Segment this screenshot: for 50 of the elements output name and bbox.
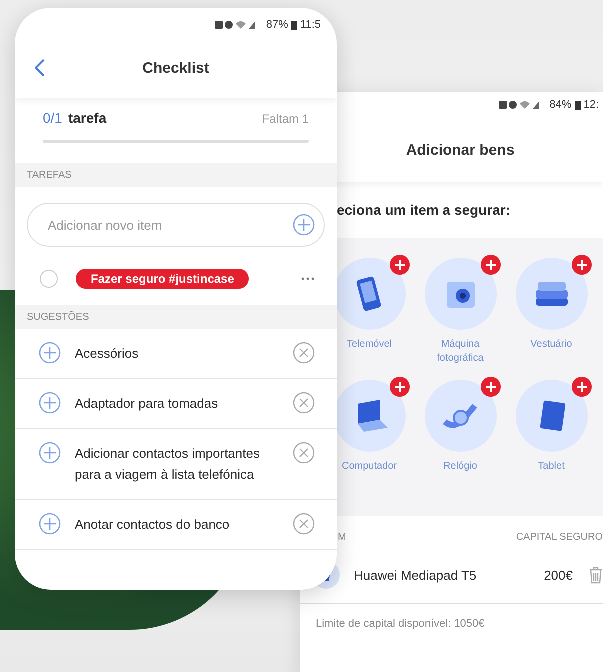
section-header: SUGESTÕES: [27, 312, 90, 322]
plus-badge-icon: [390, 377, 410, 397]
add-icon[interactable]: [39, 442, 61, 464]
status-time: 11:5: [300, 19, 321, 31]
more-icon[interactable]: [301, 277, 315, 281]
new-item-field[interactable]: Adicionar novo item: [27, 203, 325, 247]
plus-badge-icon: [572, 255, 592, 275]
plus-badge-icon: [481, 377, 501, 397]
task-checkbox[interactable]: [40, 270, 58, 288]
battery-percent: 87%: [266, 19, 288, 31]
task-tag[interactable]: Fazer seguro #justincase: [76, 269, 250, 289]
dismiss-icon[interactable]: [293, 442, 315, 464]
remaining-count: Faltam 1: [262, 112, 309, 126]
plus-badge-icon: [481, 255, 501, 275]
column-header: CAPITAL SEGURO: [516, 532, 603, 543]
category-label: Computador: [340, 460, 398, 474]
add-icon[interactable]: [293, 214, 315, 236]
category-label: Tablet: [537, 460, 566, 474]
item-capital: 200€: [544, 568, 573, 582]
add-icon[interactable]: [39, 513, 61, 535]
dismiss-icon[interactable]: [293, 342, 315, 364]
prompt-text: eciona um item a segurar:: [337, 202, 511, 218]
add-icon[interactable]: [39, 392, 61, 414]
status-time: 12:: [584, 99, 599, 111]
limit-note: Limite de capital disponível: 1050€: [315, 617, 486, 630]
category-label: Telemóvel: [346, 338, 394, 352]
screen-title: Checklist: [142, 60, 210, 76]
suggestion-text[interactable]: Anotar contactos do banco: [75, 514, 279, 535]
battery-percent: 84%: [550, 99, 572, 111]
plus-badge-icon: [572, 377, 592, 397]
add-icon[interactable]: [39, 342, 61, 364]
battery-icon: [291, 20, 298, 30]
dismiss-icon[interactable]: [293, 513, 315, 535]
category-label: Vestuário: [530, 338, 574, 352]
back-icon[interactable]: [35, 59, 45, 77]
battery-icon: [574, 100, 581, 110]
trash-icon[interactable]: [589, 566, 603, 584]
category-label: Máquina fotográfica: [436, 338, 485, 366]
suggestion-text[interactable]: Acessórios: [75, 343, 279, 364]
plus-badge-icon: [390, 255, 410, 275]
item-name: Huawei Mediapad T5: [354, 568, 478, 582]
progress-label: tarefa: [68, 110, 107, 126]
section-header: TAREFAS: [27, 170, 72, 180]
suggestion-text[interactable]: Adicionar contactos importantes para a viagem à lista telefónica: [75, 443, 279, 485]
progress-count: 0/1: [43, 110, 62, 126]
column-header: M: [338, 532, 346, 543]
category-label: Relógio: [442, 460, 478, 474]
dismiss-icon[interactable]: [293, 392, 315, 414]
screen-title: Adicionar bens: [406, 142, 515, 158]
suggestion-text[interactable]: Adaptador para tomadas: [75, 393, 279, 414]
